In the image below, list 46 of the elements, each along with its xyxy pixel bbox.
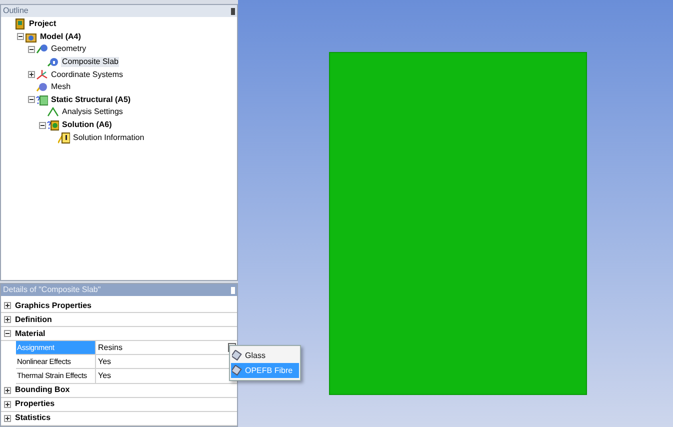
expand-icon[interactable]: [28, 71, 35, 78]
property-value: Resins: [97, 342, 124, 354]
tree-node-icon: [47, 56, 59, 68]
section-header: Material: [15, 330, 46, 338]
section-header: Bounding Box: [15, 386, 70, 394]
tree-node-icon: [14, 18, 26, 30]
pin-icon[interactable]: [231, 8, 235, 14]
collapse-icon[interactable]: [17, 33, 24, 40]
tree-item[interactable]: Coordinate Systems: [50, 70, 124, 80]
tree-node-icon: [36, 94, 48, 106]
tree-node-icon: [36, 43, 48, 56]
expand-icon[interactable]: [4, 316, 11, 324]
expand-icon[interactable]: [4, 302, 11, 310]
expand-icon[interactable]: [4, 386, 11, 394]
tree-node-icon: [47, 106, 59, 118]
property-value: Yes: [97, 356, 112, 368]
property-value: Yes: [97, 370, 112, 382]
collapse-icon[interactable]: [39, 122, 46, 129]
tree-node-icon: [36, 68, 48, 81]
menu-item[interactable]: Glass: [231, 348, 299, 363]
collapse-icon[interactable]: [28, 96, 35, 104]
tree-item[interactable]: Static Structural (A5): [50, 94, 132, 105]
collapse-icon[interactable]: [4, 330, 11, 338]
section-header: Graphics Properties: [15, 302, 92, 310]
panel-title: Details of "Composite Slab": [3, 286, 101, 294]
section-header: Statistics: [15, 414, 51, 422]
tree-item[interactable]: Composite Slab: [61, 57, 120, 68]
tree-item[interactable]: Solution Information: [72, 132, 146, 143]
tree-item[interactable]: Model (A4): [39, 32, 82, 42]
tree-item[interactable]: Analysis Settings: [61, 107, 124, 118]
expand-icon[interactable]: [4, 414, 11, 422]
tree-item[interactable]: Project: [28, 19, 58, 30]
section-header: Definition: [15, 316, 52, 324]
tree-item[interactable]: Solution (A6): [61, 120, 113, 130]
collapse-icon[interactable]: [28, 46, 35, 53]
tree-node-icon: [25, 30, 37, 43]
material-icon: [232, 350, 243, 361]
expand-icon[interactable]: [4, 400, 11, 408]
panel-title: Outline: [3, 7, 28, 15]
material-icon: [232, 365, 243, 376]
tree-item[interactable]: Geometry: [50, 44, 88, 54]
section-header: Properties: [15, 400, 55, 408]
tree-node-icon: [47, 119, 59, 132]
tree-node-icon: [36, 81, 48, 94]
tree-node-icon: [58, 132, 70, 144]
tree-item[interactable]: Mesh: [50, 82, 72, 92]
